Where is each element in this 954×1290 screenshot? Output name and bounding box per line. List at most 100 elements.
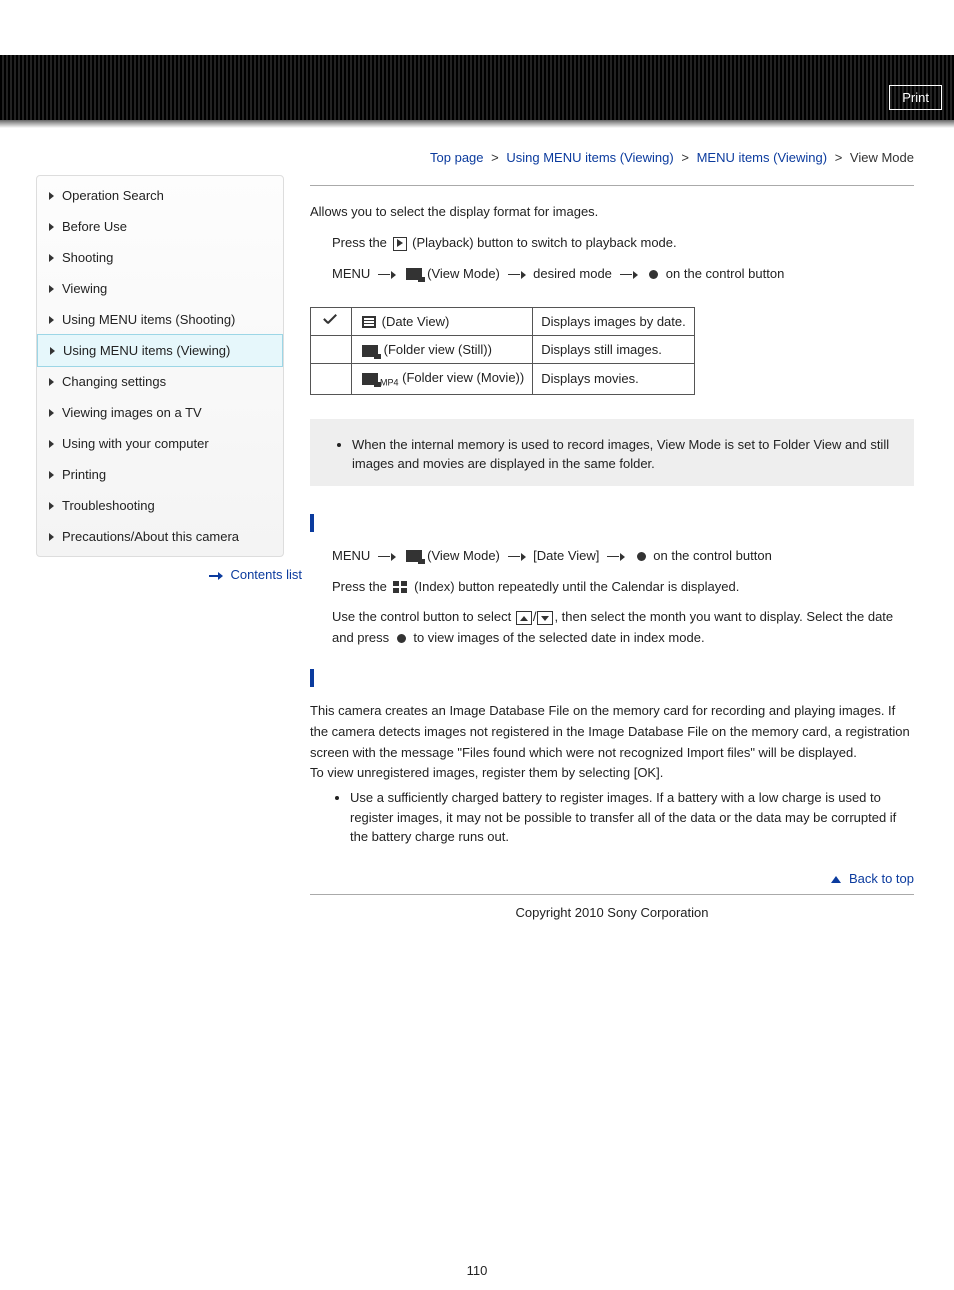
header-bar: Print [0,55,954,120]
triangle-right-icon [49,440,54,448]
sidebar-item-4[interactable]: Using MENU items (Shooting) [37,304,283,335]
sidebar-item-1[interactable]: Before Use [37,211,283,242]
center-button-icon [397,634,406,643]
sidebar-item-label: Using with your computer [62,436,209,451]
page-number: 110 [0,1263,954,1278]
sidebar-item-label: Operation Search [62,188,164,203]
sidebar-item-2[interactable]: Shooting [37,242,283,273]
breadcrumb-sep: > [831,150,847,165]
sidebar-item-label: Using MENU items (Shooting) [62,312,235,327]
folder-movie-icon [362,373,378,385]
triangle-right-icon [49,502,54,510]
intro-text: Allows you to select the display format … [310,204,914,219]
db-paragraph-1: This camera creates an Image Database Fi… [310,701,914,763]
breadcrumb-l2[interactable]: MENU items (Viewing) [697,150,828,165]
sidebar-item-3[interactable]: Viewing [37,273,283,304]
copyright: Copyright 2010 Sony Corporation [310,894,914,920]
sidebar-item-5[interactable]: Using MENU items (Viewing) [37,334,283,367]
sidebar-item-label: Before Use [62,219,127,234]
center-button-icon [649,270,658,279]
date-view-icon [362,316,376,328]
contents-list-link[interactable]: Contents list [230,567,302,582]
back-to-top-link[interactable]: Back to top [849,871,914,886]
calendar-section: MENU (View Mode) [Date View] on the cont… [310,514,914,649]
center-button-icon [637,552,646,561]
breadcrumb-sep: > [487,150,503,165]
cal-step-3: Use the control button to select /, then… [310,607,914,649]
arrow-icon [378,553,396,560]
note-box: When the internal memory is used to reco… [310,419,914,486]
playback-icon [393,237,407,251]
database-heading [310,669,914,687]
sidebar-item-label: Viewing [62,281,107,296]
triangle-right-icon [49,471,54,479]
triangle-right-icon [49,378,54,386]
arrow-icon [607,553,625,560]
sidebar-item-0[interactable]: Operation Search [37,180,283,211]
sidebar-item-7[interactable]: Viewing images on a TV [37,397,283,428]
arrow-icon [508,553,526,560]
breadcrumb: Top page > Using MENU items (Viewing) > … [0,120,954,175]
breadcrumb-current: View Mode [850,150,914,165]
triangle-right-icon [49,192,54,200]
triangle-right-icon [49,254,54,262]
sidebar-item-9[interactable]: Printing [37,459,283,490]
row-desc: Displays movies. [533,364,695,395]
breadcrumb-sep: > [677,150,693,165]
step-1: Press the (Playback) button to switch to… [332,233,914,254]
arrow-icon [378,271,396,278]
sidebar-item-11[interactable]: Precautions/About this camera [37,521,283,552]
triangle-right-icon [49,316,54,324]
sidebar-item-label: Changing settings [62,374,166,389]
sidebar-item-label: Viewing images on a TV [62,405,202,420]
cal-step-1: MENU (View Mode) [Date View] on the cont… [310,546,914,567]
sidebar-item-10[interactable]: Troubleshooting [37,490,283,521]
calendar-heading [310,514,914,532]
view-mode-table: (Date View) Displays images by date. (Fo… [310,307,695,395]
row-label: (Folder view (Still)) [384,342,492,357]
view-mode-icon [406,268,422,280]
triangle-right-icon [50,347,55,355]
breadcrumb-top[interactable]: Top page [430,150,484,165]
row-desc: Displays still images. [533,336,695,364]
main-content: Allows you to select the display format … [310,175,914,920]
print-button[interactable]: Print [889,85,942,110]
row-label: (Date View) [382,314,450,329]
triangle-right-icon [49,285,54,293]
triangle-right-icon [49,533,54,541]
view-mode-icon [406,550,422,562]
up-icon [516,611,532,625]
table-row: (Date View) Displays images by date. [311,307,695,336]
db-bullet: Use a sufficiently charged battery to re… [350,788,914,847]
triangle-right-icon [49,409,54,417]
sidebar-item-8[interactable]: Using with your computer [37,428,283,459]
cal-step-2: Press the (Index) button repeatedly unti… [310,577,914,598]
sidebar-item-label: Printing [62,467,106,482]
breadcrumb-l1[interactable]: Using MENU items (Viewing) [506,150,673,165]
sidebar-item-label: Troubleshooting [62,498,155,513]
mp4-label: MP4 [380,378,399,388]
sidebar-item-label: Using MENU items (Viewing) [63,343,230,358]
note-item: When the internal memory is used to reco… [352,435,898,474]
step-2: MENU (View Mode) desired mode on the con… [332,264,914,285]
arrow-right-icon [209,573,223,579]
arrow-icon [508,271,526,278]
folder-still-icon [362,345,378,357]
table-row: (Folder view (Still)) Displays still ima… [311,336,695,364]
check-icon [323,315,339,329]
row-desc: Displays images by date. [533,307,695,336]
down-icon [537,611,553,625]
sidebar-item-label: Shooting [62,250,113,265]
divider [310,185,914,186]
table-row: MP4 (Folder view (Movie)) Displays movie… [311,364,695,395]
row-label: (Folder view (Movie)) [402,370,524,385]
index-icon [393,581,409,593]
triangle-up-icon [831,876,841,883]
sidebar-item-6[interactable]: Changing settings [37,366,283,397]
sidebar-item-label: Precautions/About this camera [62,529,239,544]
db-paragraph-2: To view unregistered images, register th… [310,763,914,784]
back-to-top: Back to top [310,871,914,886]
triangle-right-icon [49,223,54,231]
sidebar: Operation Search Before Use Shooting Viewin… [36,175,284,557]
database-section: This camera creates an Image Database Fi… [310,669,914,847]
